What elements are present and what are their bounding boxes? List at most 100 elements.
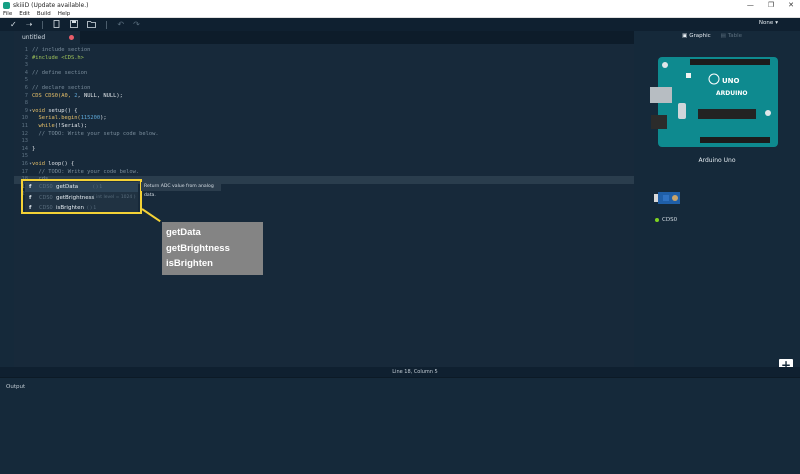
code-line[interactable]: 15	[14, 153, 634, 161]
code-token: 115200	[80, 115, 101, 122]
code-text: // include section	[32, 47, 90, 55]
output-panel[interactable]: Output	[0, 377, 800, 474]
line-number: 13	[21, 138, 29, 145]
callout-item: getData	[166, 227, 201, 238]
app-logo-icon	[3, 1, 10, 9]
line-number: 2	[24, 54, 28, 61]
code-line[interactable]: 17 // TODO: Write your code below.	[14, 169, 634, 177]
board-model-label: UNO	[722, 77, 740, 85]
callout-item: isBrighten	[166, 258, 213, 269]
tab-graphic[interactable]: ▣ Graphic	[682, 33, 711, 39]
new-file-icon[interactable]	[53, 19, 61, 30]
component-item-cds0[interactable]: CDS0	[655, 217, 677, 223]
code-line[interactable]: 11 while(!Serial);	[14, 123, 634, 131]
tab-graphic-label: Graphic	[689, 33, 711, 39]
code-line[interactable]: 16 ▾ void loop() {	[14, 161, 634, 169]
line-number: 8	[24, 100, 28, 107]
menu-edit[interactable]: Edit	[19, 11, 30, 17]
graphic-icon: ▣	[682, 33, 688, 39]
toolbar-divider	[42, 20, 44, 29]
output-label: Output	[6, 384, 26, 390]
view-tabs: ▣ Graphic ▤ Table	[682, 33, 742, 39]
unsaved-dot-icon[interactable]	[69, 35, 74, 40]
line-number: 10	[21, 115, 29, 122]
code-text: void loop() {	[32, 161, 74, 169]
board-name: Arduino Uno	[698, 157, 736, 164]
status-dot-icon	[655, 218, 659, 222]
code-token: // TODO: Write your setup code below.	[32, 130, 159, 137]
code-text: while(!Serial);	[32, 123, 87, 131]
toolbar: ✓ ➝ ↶ ↷	[0, 18, 800, 31]
tab-table[interactable]: ▤ Table	[721, 33, 742, 39]
code-line[interactable]: 8	[14, 100, 634, 108]
code-token: void	[32, 161, 49, 167]
window-title: skiiiD (Update available.)	[13, 1, 89, 9]
arrow-right-icon[interactable]: ➝	[26, 20, 33, 29]
line-number: 9	[24, 107, 28, 114]
code-text: CDS CDS0(A0, 2, NULL, NULL);	[32, 93, 123, 101]
line-number: 5	[24, 77, 28, 84]
minimize-icon[interactable]: —	[747, 1, 754, 9]
code-token: , NULL, NULL);	[77, 92, 123, 99]
check-icon[interactable]: ✓	[10, 20, 17, 29]
component-label: CDS0	[662, 217, 678, 223]
cds-sensor-module-image[interactable]	[654, 192, 680, 204]
code-line[interactable]: 12 // TODO: Write your setup code below.	[14, 131, 634, 139]
close-icon[interactable]: ✕	[788, 1, 794, 9]
line-number: 12	[21, 130, 29, 137]
redo-icon[interactable]: ↷	[133, 20, 140, 29]
code-token: #include <CDS.h>	[32, 54, 84, 61]
code-token: }	[32, 145, 36, 152]
line-number: 14	[21, 145, 29, 152]
line-number: 7	[24, 92, 28, 99]
code-token: while	[32, 123, 55, 129]
code-token: // define section	[32, 69, 88, 76]
code-text: // define section	[32, 70, 87, 78]
line-number: 4	[24, 69, 28, 76]
code-text: #include <CDS.h>	[32, 55, 84, 63]
code-line[interactable]: 3	[14, 62, 634, 70]
code-line[interactable]: 5	[14, 77, 634, 85]
code-line[interactable]: 7 CDS CDS0(A0, 2, NULL, NULL);	[14, 93, 634, 101]
code-line[interactable]: 13	[14, 138, 634, 146]
line-number: 6	[24, 85, 28, 91]
code-line[interactable]: 4 // define section	[14, 70, 634, 78]
code-token: loop() {	[48, 161, 75, 167]
code-text: // TODO: Write your setup code below.	[32, 130, 159, 139]
code-line[interactable]: 10 Serial.begin(115200);	[14, 115, 634, 123]
board-select-value: None	[758, 20, 774, 26]
title-bar: skiiiD (Update available.) — ❐ ✕	[0, 0, 800, 10]
board-logo-label: ARDUINO	[716, 90, 747, 97]
maximize-icon[interactable]: ❐	[768, 1, 774, 9]
save-icon[interactable]	[70, 19, 79, 30]
code-token: setup() {	[48, 107, 78, 114]
code-line[interactable]: 2 #include <CDS.h>	[14, 55, 634, 63]
toolbar-divider	[106, 20, 108, 29]
board-select-dropdown[interactable]: None ▾	[759, 20, 778, 26]
status-bar: Line 18, Column 5	[0, 367, 800, 377]
editor-tab-strip: untitled	[14, 31, 634, 44]
code-text: }	[32, 146, 35, 154]
table-icon: ▤	[720, 33, 726, 39]
autocomplete-highlight-frame	[21, 179, 142, 214]
code-token: // TODO: Write your code below.	[32, 168, 140, 175]
menu-build[interactable]: Build	[37, 11, 51, 17]
menu-help[interactable]: Help	[58, 11, 71, 17]
line-number: 16	[21, 161, 29, 167]
code-text: // TODO: Write your code below.	[32, 169, 139, 177]
code-token: // declare section	[32, 85, 91, 91]
code-text: // declare section	[32, 85, 90, 93]
code-line[interactable]: 14}	[14, 146, 634, 154]
folder-icon[interactable]	[87, 20, 97, 30]
undo-icon[interactable]: ↶	[117, 20, 124, 29]
code-token: Serial.begin(	[32, 115, 81, 122]
code-line[interactable]: 6 // declare section	[14, 85, 634, 93]
line-number: 3	[24, 62, 28, 69]
code-line[interactable]: 1 // include section	[14, 47, 634, 55]
tab-untitled[interactable]: untitled	[14, 31, 80, 44]
code-line[interactable]: 9 ▾ void setup() {	[14, 108, 634, 116]
tab-table-label: Table	[727, 33, 743, 39]
arduino-board-image[interactable]: UNO ARDUINO	[650, 53, 783, 150]
menu-file[interactable]: File	[3, 11, 12, 17]
cursor-position: Line 18, Column 5	[392, 369, 438, 375]
